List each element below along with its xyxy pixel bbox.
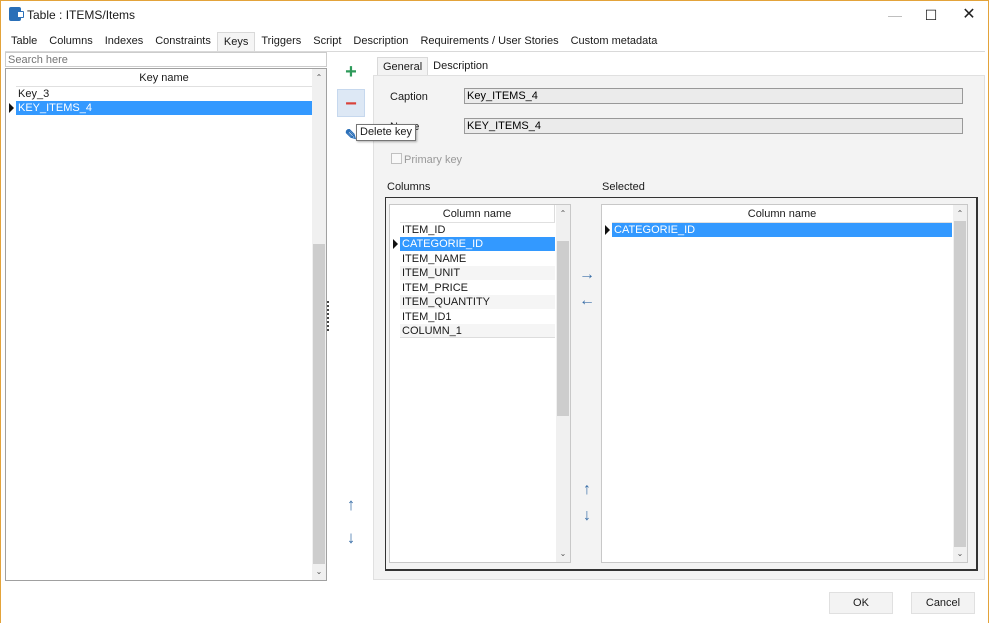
add-key-button[interactable]: + bbox=[337, 58, 365, 86]
primary-key-checkbox[interactable] bbox=[391, 153, 402, 164]
minus-icon: − bbox=[345, 93, 357, 115]
plus-icon: + bbox=[345, 61, 357, 83]
scroll-up-icon[interactable]: ⌃ bbox=[556, 207, 570, 221]
arrow-down-icon: ↓ bbox=[583, 507, 591, 524]
selected-columns-grid: Column name CATEGORIE_ID ⌃ ⌄ bbox=[601, 204, 968, 563]
move-key-down-button[interactable]: ↓ bbox=[337, 524, 365, 552]
column-row[interactable]: ITEM_UNIT bbox=[400, 266, 555, 280]
minimize-button[interactable]: — bbox=[875, 1, 915, 29]
name-field[interactable] bbox=[464, 118, 963, 134]
tab-keys[interactable]: Keys bbox=[216, 32, 256, 52]
scroll-up-icon[interactable]: ⌃ bbox=[312, 71, 326, 85]
column-row[interactable]: ITEM_ID bbox=[400, 223, 555, 237]
scroll-down-icon[interactable]: ⌄ bbox=[953, 547, 967, 561]
remove-column-button[interactable]: ← bbox=[577, 291, 597, 311]
scroll-thumb[interactable] bbox=[557, 241, 569, 416]
column-row[interactable]: ITEM_PRICE bbox=[400, 281, 555, 295]
move-column-down-button[interactable]: ↓ bbox=[577, 506, 597, 526]
arrow-up-icon: ↑ bbox=[346, 495, 356, 514]
caption-label: Caption bbox=[390, 91, 428, 103]
selected-column-name-header[interactable]: Column name bbox=[612, 205, 952, 223]
tab-detail-description[interactable]: Description bbox=[428, 57, 493, 75]
column-name-header[interactable]: Column name bbox=[400, 205, 555, 223]
current-row-indicator-icon bbox=[393, 239, 398, 249]
keys-grid: Key name Key_3 KEY_ITEMS_4 ⌃ ⌄ bbox=[5, 68, 327, 581]
tab-table[interactable]: Table bbox=[5, 32, 43, 52]
tab-general[interactable]: General bbox=[377, 57, 429, 75]
tab-requirements[interactable]: Requirements / User Stories bbox=[414, 32, 564, 52]
tab-custom-metadata[interactable]: Custom metadata bbox=[565, 32, 664, 52]
scroll-down-icon[interactable]: ⌄ bbox=[556, 547, 570, 561]
move-key-up-button[interactable]: ↑ bbox=[337, 491, 365, 519]
add-column-button[interactable]: → bbox=[577, 265, 597, 285]
move-column-up-button[interactable]: ↑ bbox=[577, 480, 597, 500]
splitter-handle[interactable] bbox=[327, 301, 329, 331]
app-icon bbox=[9, 7, 24, 21]
key-name-header[interactable]: Key name bbox=[16, 69, 312, 87]
ok-button[interactable]: OK bbox=[829, 592, 893, 614]
scroll-thumb[interactable] bbox=[954, 221, 966, 547]
key-row-selected[interactable]: KEY_ITEMS_4 bbox=[16, 101, 312, 115]
maximize-button[interactable]: ☐ bbox=[911, 1, 951, 29]
current-row-indicator-icon bbox=[605, 225, 610, 235]
column-row[interactable]: ITEM_QUANTITY bbox=[400, 295, 555, 309]
delete-key-tooltip: Delete key bbox=[356, 124, 416, 141]
columns-label: Columns bbox=[387, 181, 431, 193]
column-row[interactable]: COLUMN_1 bbox=[400, 324, 555, 338]
scroll-down-icon[interactable]: ⌄ bbox=[312, 565, 326, 579]
available-columns-grid: Column name ITEM_ID CATEGORIE_ID ITEM_NA… bbox=[389, 204, 571, 563]
scroll-up-icon[interactable]: ⌃ bbox=[953, 207, 967, 221]
selected-column-row[interactable]: CATEGORIE_ID bbox=[612, 223, 952, 237]
current-row-indicator-icon bbox=[9, 103, 14, 113]
column-row[interactable]: ITEM_NAME bbox=[400, 252, 555, 266]
arrow-down-icon: ↓ bbox=[346, 528, 356, 547]
close-button[interactable]: ✕ bbox=[949, 1, 989, 29]
selected-label: Selected bbox=[602, 181, 645, 193]
tab-constraints[interactable]: Constraints bbox=[149, 32, 217, 52]
cancel-button[interactable]: Cancel bbox=[911, 592, 975, 614]
columns-scrollbar[interactable]: ⌃ ⌄ bbox=[556, 205, 570, 562]
dialog-window: Table : ITEMS/Items — ☐ ✕ Table Columns … bbox=[0, 0, 989, 623]
primary-key-label: Primary key bbox=[404, 154, 463, 166]
column-row-selected[interactable]: CATEGORIE_ID bbox=[400, 237, 555, 251]
scroll-thumb[interactable] bbox=[313, 244, 325, 564]
arrow-right-icon: → bbox=[579, 266, 595, 283]
caption-field[interactable] bbox=[464, 88, 963, 104]
tab-description[interactable]: Description bbox=[347, 32, 414, 52]
tab-columns[interactable]: Columns bbox=[43, 32, 98, 52]
tab-script[interactable]: Script bbox=[307, 32, 347, 52]
tab-triggers[interactable]: Triggers bbox=[255, 32, 307, 52]
key-row[interactable]: Key_3 bbox=[16, 87, 312, 101]
selected-columns-scrollbar[interactable]: ⌃ ⌄ bbox=[953, 205, 967, 562]
delete-key-button[interactable]: − bbox=[337, 89, 365, 117]
arrow-up-icon: ↑ bbox=[583, 481, 591, 498]
window-title: Table : ITEMS/Items bbox=[27, 8, 136, 22]
keys-scrollbar[interactable]: ⌃ ⌄ bbox=[312, 69, 326, 580]
column-row[interactable]: ITEM_ID1 bbox=[400, 310, 555, 324]
detail-tabs: General Description bbox=[377, 57, 493, 75]
tab-indexes[interactable]: Indexes bbox=[99, 32, 150, 52]
title-bar: Table : ITEMS/Items — ☐ ✕ bbox=[1, 1, 988, 29]
arrow-left-icon: ← bbox=[579, 292, 595, 309]
main-tabs: Table Columns Indexes Constraints Keys T… bbox=[5, 32, 663, 52]
search-input[interactable] bbox=[5, 52, 327, 67]
